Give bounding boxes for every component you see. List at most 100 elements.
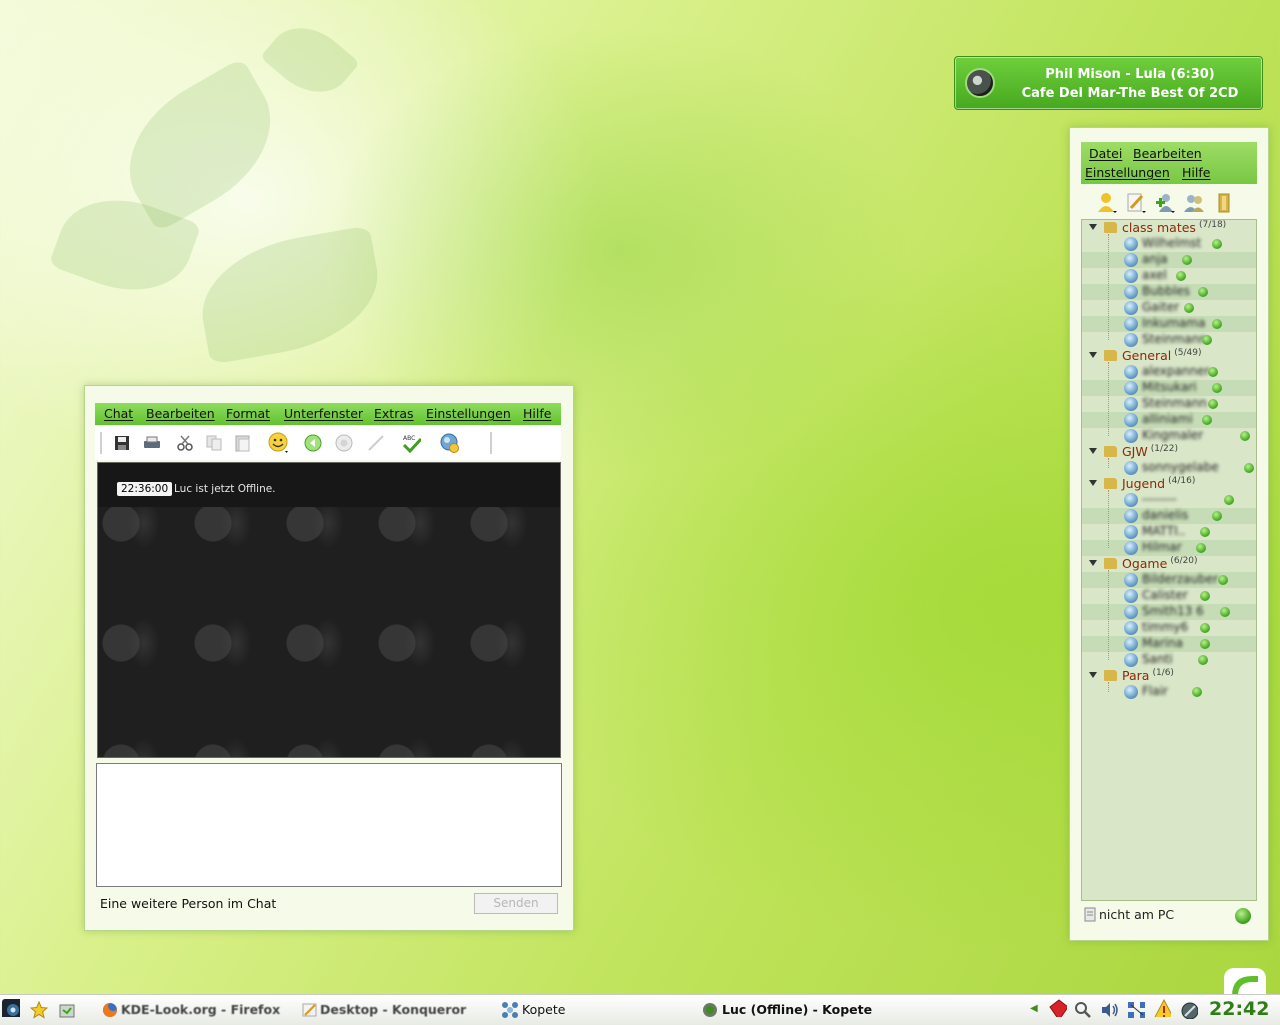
contact-avatar-icon	[1124, 685, 1138, 699]
contact-name: --------	[1142, 492, 1177, 506]
menu-bearbeiten[interactable]: Bearbeiten	[146, 406, 215, 421]
contact-status-icon	[1200, 591, 1210, 601]
contact-status-icon	[1182, 255, 1192, 265]
menu-einstellungen[interactable]: Einstellungen	[426, 406, 511, 421]
contact-avatar-icon	[1124, 621, 1138, 635]
contact-name: Hilmar	[1142, 540, 1182, 554]
contact-name: anja	[1142, 252, 1168, 266]
message-input[interactable]	[96, 763, 562, 887]
svg-text:ABC: ABC	[403, 435, 415, 442]
menu-hilfe[interactable]: Hilfe	[1182, 165, 1210, 180]
print-icon[interactable]	[142, 433, 162, 453]
contact-info-icon[interactable]	[439, 433, 459, 453]
task-konqueror[interactable]: Desktop - Konqueror	[320, 1002, 466, 1017]
task-firefox[interactable]: KDE-Look.org - Firefox	[121, 1002, 280, 1017]
next-icon[interactable]	[334, 433, 354, 453]
toolbar-separator	[100, 432, 102, 454]
contact-name: Mitsukari	[1142, 380, 1197, 394]
expand-arrow-icon[interactable]	[1089, 352, 1097, 358]
menu-bearbeiten[interactable]: Bearbeiten	[1133, 146, 1202, 161]
status-menu-icon[interactable]	[1096, 192, 1118, 214]
task-kopete[interactable]: Kopete	[522, 1002, 565, 1017]
network-icon[interactable]	[1127, 1001, 1145, 1019]
expand-arrow-icon[interactable]	[1089, 224, 1097, 230]
menu-datei[interactable]: Datei	[1089, 146, 1122, 161]
clock[interactable]: 22:42	[1209, 998, 1269, 1020]
klipper-icon[interactable]	[1180, 1001, 1198, 1019]
contact-status-icon	[1200, 639, 1210, 649]
spellcheck-icon[interactable]: ABC	[401, 433, 421, 453]
expand-arrow-icon[interactable]	[1089, 560, 1097, 566]
search-icon[interactable]	[1074, 1001, 1092, 1019]
kde-menu-icon[interactable]	[2, 999, 20, 1017]
edit-note-icon[interactable]	[1125, 192, 1147, 214]
expand-arrow-icon[interactable]	[1089, 672, 1097, 678]
chat-menubar: Chat Bearbeiten Format Unterfenster Extr…	[95, 403, 561, 425]
contact-list-window: Datei Bearbeiten Einstellungen Hilfe cla…	[1069, 127, 1269, 941]
music-player-icon	[965, 68, 995, 98]
copy-icon[interactable]	[204, 433, 224, 453]
contact-avatar-icon	[1124, 301, 1138, 315]
warning-icon[interactable]	[1153, 999, 1171, 1017]
task-kopete-chat[interactable]: Luc (Offline) - Kopete	[722, 1002, 872, 1017]
online-status-icon[interactable]	[1235, 908, 1251, 924]
volume-icon[interactable]	[1100, 1001, 1118, 1019]
send-button[interactable]: Senden	[474, 893, 558, 914]
previous-icon[interactable]	[303, 433, 323, 453]
menu-einstellungen[interactable]: Einstellungen	[1085, 165, 1170, 180]
menu-chat[interactable]: Chat	[104, 406, 133, 421]
away-status-icon	[1084, 907, 1096, 922]
pen-icon[interactable]	[366, 433, 386, 453]
save-icon[interactable]	[112, 433, 132, 453]
contact-avatar-icon	[1124, 525, 1138, 539]
contact-name: MATTI..	[1142, 524, 1186, 538]
contact-status-icon	[1208, 367, 1218, 377]
contact-avatar-icon	[1124, 397, 1138, 411]
expand-arrow-icon[interactable]	[1089, 448, 1097, 454]
menu-hilfe[interactable]: Hilfe	[523, 406, 551, 421]
tree-line	[1108, 682, 1110, 692]
chat-message-view[interactable]: 22:36:00 Luc ist jetzt Offline.	[97, 462, 561, 758]
folder-icon	[1104, 670, 1117, 681]
my-status-label[interactable]: nicht am PC	[1099, 907, 1174, 922]
now-playing-popup[interactable]: Phil Mison - Lula (6:30) Cafe Del Mar-Th…	[954, 56, 1263, 110]
home-folder-icon[interactable]	[58, 1001, 76, 1019]
menu-unterfenster[interactable]: Unterfenster	[284, 406, 363, 421]
contact-status-icon	[1200, 527, 1210, 537]
contact-name: Wilhelmst	[1142, 236, 1202, 250]
menu-format[interactable]: Format	[226, 406, 270, 421]
tray-expand-arrow[interactable]: ◀	[1030, 1003, 1038, 1014]
menu-extras[interactable]: Extras	[374, 406, 414, 421]
contact-status-icon	[1244, 463, 1254, 473]
cut-icon[interactable]	[175, 433, 195, 453]
now-playing-title: Phil Mison - Lula (6:30)	[1045, 67, 1215, 82]
bookmarks-star-icon[interactable]	[30, 1001, 48, 1019]
contact-name: Steinmann	[1142, 332, 1207, 346]
contact-name: Santi	[1142, 652, 1173, 666]
emoticon-icon[interactable]	[268, 432, 288, 453]
contact-avatar-icon	[1124, 573, 1138, 587]
contact-avatar-icon	[1124, 253, 1138, 267]
toolbar-separator	[490, 432, 492, 454]
group-name: General (5/49)	[1122, 348, 1202, 364]
contacts-group-icon[interactable]	[1183, 192, 1205, 214]
add-contact-icon[interactable]	[1154, 192, 1176, 214]
kopete-icon	[502, 1002, 518, 1018]
contact-name: alliniami	[1142, 412, 1193, 426]
chat-status-text: Eine weitere Person im Chat	[100, 896, 277, 911]
contact-name: Bilderzauber	[1142, 572, 1219, 586]
add-group-icon[interactable]	[1213, 192, 1235, 214]
contact-tree[interactable]: class mates (7/18) Wilhelmst anja axel Bubble…	[1081, 219, 1257, 901]
konqueror-icon	[302, 1003, 317, 1017]
contact-avatar-icon	[1124, 493, 1138, 507]
paste-icon[interactable]	[233, 433, 253, 453]
group-name: class mates (7/18)	[1122, 220, 1227, 236]
contact-name: Steinmann	[1142, 396, 1207, 410]
contact-status-icon	[1184, 303, 1194, 313]
contact-name: axel	[1142, 268, 1167, 282]
contact-name: Calister	[1142, 588, 1188, 602]
contact-name: Gaiter	[1142, 300, 1180, 314]
expand-arrow-icon[interactable]	[1089, 480, 1097, 486]
ruby-gem-icon[interactable]	[1049, 999, 1067, 1017]
contact-avatar-icon	[1124, 509, 1138, 523]
